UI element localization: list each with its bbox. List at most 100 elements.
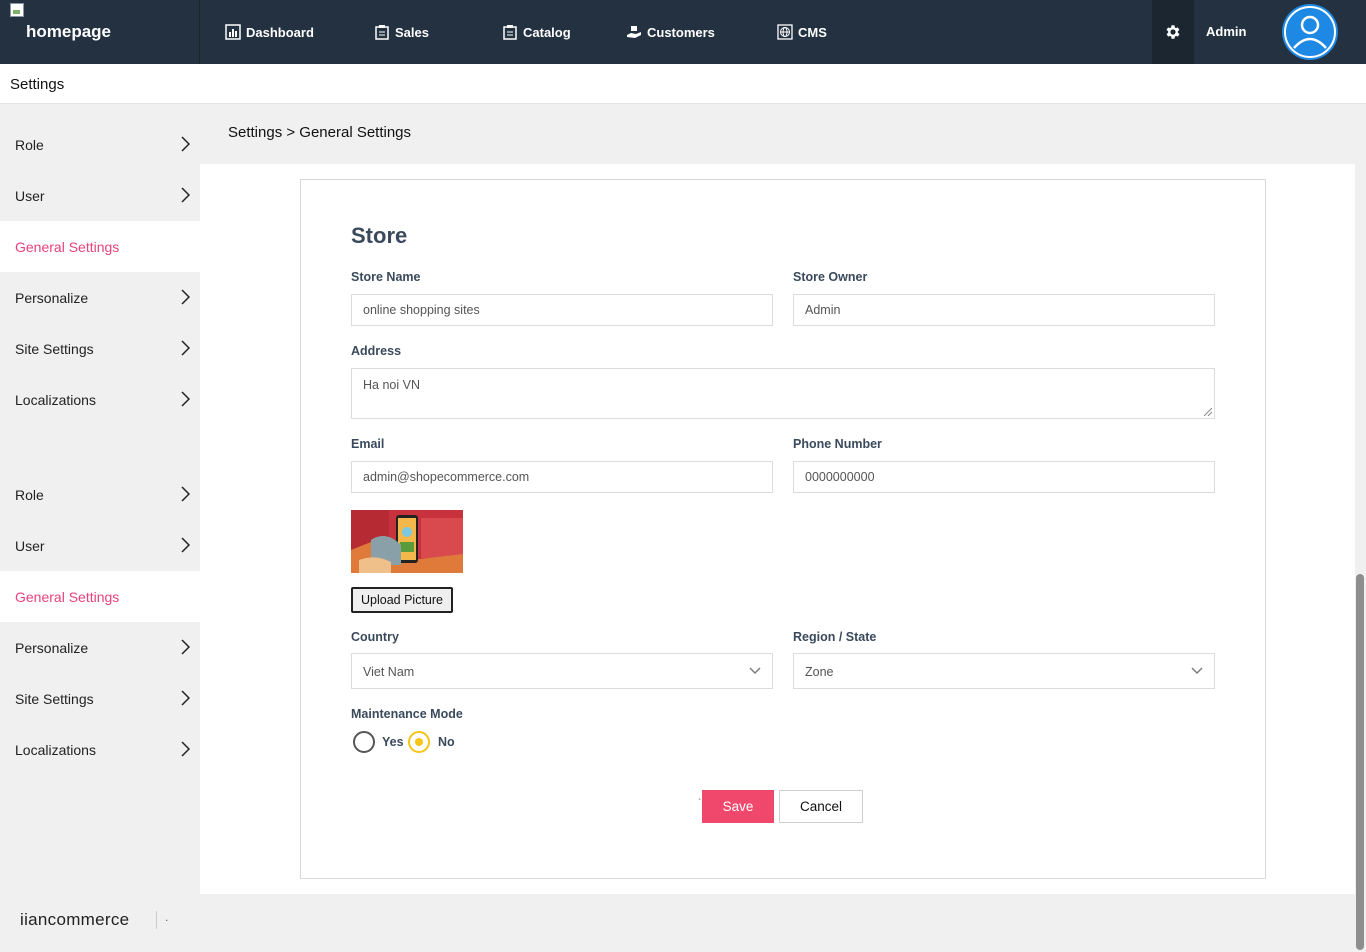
nav-catalog-label: Catalog <box>523 24 571 40</box>
nav-sales[interactable]: Sales <box>374 23 429 41</box>
sidebar-item-user[interactable]: User <box>0 170 200 221</box>
broken-image-icon <box>10 3 24 17</box>
user-name[interactable]: Admin <box>1206 24 1246 39</box>
store-name-label: Store Name <box>351 270 421 284</box>
sidebar-item-label: Localizations <box>15 741 96 758</box>
sidebar-item-label: Role <box>15 486 44 503</box>
footer-brand: iiancommerce <box>20 910 130 929</box>
nav-dashboard[interactable]: Dashboard <box>225 23 314 41</box>
maintenance-label: Maintenance Mode <box>351 707 463 721</box>
sidebar-item-label: Site Settings <box>15 340 94 357</box>
sidebar-item-personalize[interactable]: Personalize <box>0 272 200 323</box>
cancel-button[interactable]: Cancel <box>779 790 863 823</box>
nav-dashboard-label: Dashboard <box>246 24 314 40</box>
chevron-right-icon <box>181 639 190 655</box>
address-label: Address <box>351 344 402 358</box>
sidebar-item-localizations[interactable]: Localizations <box>0 724 200 775</box>
nav-sales-label: Sales <box>395 24 429 40</box>
chevron-down-icon <box>1191 667 1203 674</box>
footer: iiancommerce . <box>0 894 1355 952</box>
save-button[interactable]: Save <box>702 790 774 823</box>
footer-suffix: . <box>165 910 169 924</box>
top-nav: homepage Dashboard Sales Catalog Custome… <box>0 0 1366 64</box>
store-name-input[interactable]: online shopping sites <box>351 294 773 326</box>
page-header: Settings <box>0 64 1366 104</box>
globe-icon <box>777 24 793 40</box>
sidebar-item-label: Personalize <box>15 639 89 656</box>
sidebar-item-label: Personalize <box>15 289 89 306</box>
section-title: Store <box>351 223 408 248</box>
user-avatar-icon <box>1282 4 1338 60</box>
sidebar-item-label: Site Settings <box>15 690 94 707</box>
gear-icon <box>1166 25 1180 39</box>
avatar[interactable] <box>1282 4 1338 60</box>
sidebar-item-general-settings[interactable]: General Settings <box>0 571 200 622</box>
sidebar-item-label: User <box>15 187 45 204</box>
nav-catalog[interactable]: Catalog <box>502 23 571 41</box>
sidebar-item-label: General Settings <box>15 238 120 255</box>
maintenance-yes-radio[interactable] <box>353 731 375 753</box>
maintenance-no-label[interactable]: No <box>438 735 455 749</box>
phone-input[interactable]: 0000000000 <box>793 461 1215 493</box>
nav-cms-label: CMS <box>798 24 827 40</box>
sidebar-item-label: Role <box>15 136 44 153</box>
sidebar-item-site-settings[interactable]: Site Settings <box>0 673 200 724</box>
address-textarea[interactable]: Ha noi VN <box>351 368 1215 419</box>
chevron-right-icon <box>181 741 190 757</box>
address-value: Ha noi VN <box>363 378 420 392</box>
chevron-right-icon <box>181 690 190 706</box>
nav-customers-label: Customers <box>647 24 715 40</box>
page-title: Settings <box>10 76 65 93</box>
nav-customers[interactable]: Customers <box>626 23 715 41</box>
settings-button[interactable] <box>1152 0 1194 64</box>
upload-picture-button[interactable]: Upload Picture <box>351 587 453 613</box>
chevron-right-icon <box>181 486 190 502</box>
store-picture <box>351 510 463 573</box>
sidebar-item-label: General Settings <box>15 588 120 605</box>
chevron-down-icon <box>749 667 761 674</box>
email-label: Email <box>351 437 385 451</box>
chevron-right-icon <box>181 187 190 203</box>
logo[interactable]: homepage <box>0 0 200 64</box>
sidebar-item-personalize[interactable]: Personalize <box>0 622 200 673</box>
phone-label: Phone Number <box>793 437 882 451</box>
clipboard-icon <box>375 25 389 40</box>
sidebar-item-user[interactable]: User <box>0 520 200 571</box>
region-label: Region / State <box>793 630 877 644</box>
country-select[interactable]: Viet Nam <box>351 653 773 689</box>
country-label: Country <box>351 630 399 644</box>
region-value: Zone <box>805 665 834 679</box>
stray-mark: ` <box>698 798 702 809</box>
store-owner-label: Store Owner <box>793 270 868 284</box>
store-photo-image <box>351 510 463 573</box>
sidebar-item-general-settings[interactable]: General Settings <box>0 221 200 272</box>
email-input[interactable]: admin@shopecommerce.com <box>351 461 773 493</box>
store-settings-card: Store Store Name online shopping sites S… <box>300 179 1266 879</box>
breadcrumb-bar: Settings > General Settings <box>200 104 1366 164</box>
clipboard-icon <box>503 25 517 40</box>
region-select[interactable]: Zone <box>793 653 1215 689</box>
chevron-right-icon <box>181 537 190 553</box>
footer-divider <box>156 911 157 929</box>
sidebar-item-label: User <box>15 537 45 554</box>
hand-box-icon <box>627 26 641 38</box>
breadcrumb: Settings > General Settings <box>228 124 412 141</box>
dashboard-icon <box>225 24 241 40</box>
maintenance-yes-label[interactable]: Yes <box>382 735 404 749</box>
sidebar-item-label: Localizations <box>15 391 96 408</box>
sidebar-item-localizations[interactable]: Localizations <box>0 374 200 425</box>
maintenance-no-radio[interactable] <box>408 731 430 753</box>
chevron-right-icon <box>181 136 190 152</box>
chevron-right-icon <box>181 391 190 407</box>
scrollbar-thumb[interactable] <box>1356 574 1364 950</box>
store-owner-input[interactable]: Admin <box>793 294 1215 326</box>
country-value: Viet Nam <box>363 665 415 679</box>
chevron-right-icon <box>181 340 190 356</box>
sidebar-item-role[interactable]: Role <box>0 469 200 520</box>
sidebar-item-role[interactable]: Role <box>0 119 200 170</box>
nav-cms[interactable]: CMS <box>777 23 827 41</box>
logo-alt-text: homepage <box>26 22 112 41</box>
chevron-right-icon <box>181 289 190 305</box>
sidebar-item-site-settings[interactable]: Site Settings <box>0 323 200 374</box>
resize-grip-icon[interactable] <box>1204 408 1212 416</box>
